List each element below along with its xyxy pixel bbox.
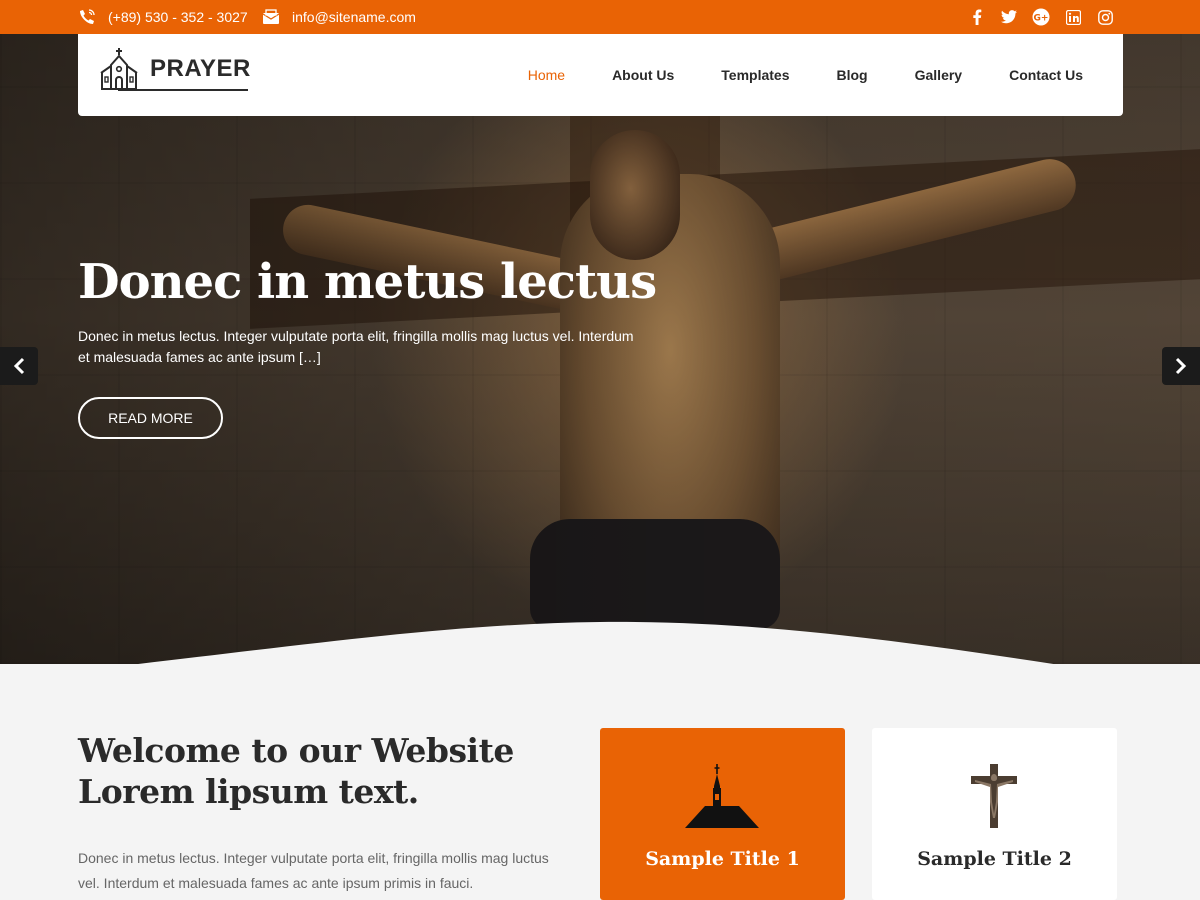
nav-home[interactable]: Home xyxy=(528,67,565,83)
header-nav: PRAYER Home About Us Templates Blog Gall… xyxy=(78,34,1123,116)
main-menu: Home About Us Templates Blog Gallery Con… xyxy=(481,34,1083,116)
phone-icon xyxy=(78,8,96,26)
hero-slider: Donec in metus lectus Donec in metus lec… xyxy=(0,34,1200,664)
feature-card-1[interactable]: Sample Title 1 xyxy=(600,728,845,900)
slider-next-button[interactable] xyxy=(1162,347,1200,385)
read-more-button[interactable]: READ MORE xyxy=(78,397,223,439)
phone-contact[interactable]: (+89) 530 - 352 - 3027 xyxy=(78,0,248,34)
phone-number: (+89) 530 - 352 - 3027 xyxy=(108,9,248,25)
church-steeple-icon xyxy=(682,758,762,830)
nav-gallery[interactable]: Gallery xyxy=(915,67,962,83)
chevron-right-icon xyxy=(1175,357,1187,375)
site-logo[interactable]: PRAYER xyxy=(98,47,250,93)
nav-contact-us[interactable]: Contact Us xyxy=(1009,67,1083,83)
hero-wave-divider xyxy=(138,621,1054,664)
card-title-1: Sample Title 1 xyxy=(645,848,800,870)
social-links: G+ xyxy=(968,7,1114,27)
linkedin-icon[interactable] xyxy=(1064,7,1082,27)
logo-text: PRAYER xyxy=(150,55,251,82)
welcome-text: Donec in metus lectus. Integer vulputate… xyxy=(78,850,549,891)
envelope-icon xyxy=(262,8,280,26)
instagram-icon[interactable] xyxy=(1096,7,1114,27)
twitter-icon[interactable] xyxy=(1000,7,1018,27)
welcome-title: Welcome to our Website Lorem lipsum text… xyxy=(78,731,514,811)
email-address: info@sitename.com xyxy=(292,9,416,25)
feature-card-2[interactable]: Sample Title 2 xyxy=(872,728,1117,900)
top-bar: (+89) 530 - 352 - 3027 info@sitename.com… xyxy=(0,0,1200,34)
google-plus-icon[interactable]: G+ xyxy=(1032,7,1050,27)
facebook-icon[interactable] xyxy=(968,7,986,27)
card-title-2: Sample Title 2 xyxy=(917,848,1072,870)
nav-about-us[interactable]: About Us xyxy=(612,67,674,83)
slider-prev-button[interactable] xyxy=(0,347,38,385)
nav-blog[interactable]: Blog xyxy=(837,67,868,83)
crucifix-icon xyxy=(954,758,1034,830)
hero-description: Donec in metus lectus. Integer vulputate… xyxy=(78,328,634,365)
chevron-left-icon xyxy=(13,357,25,375)
hero-title: Donec in metus lectus xyxy=(78,254,657,310)
email-contact[interactable]: info@sitename.com xyxy=(262,0,416,34)
church-icon xyxy=(100,48,138,90)
nav-templates[interactable]: Templates xyxy=(721,67,789,83)
svg-text:G+: G+ xyxy=(1034,14,1049,24)
